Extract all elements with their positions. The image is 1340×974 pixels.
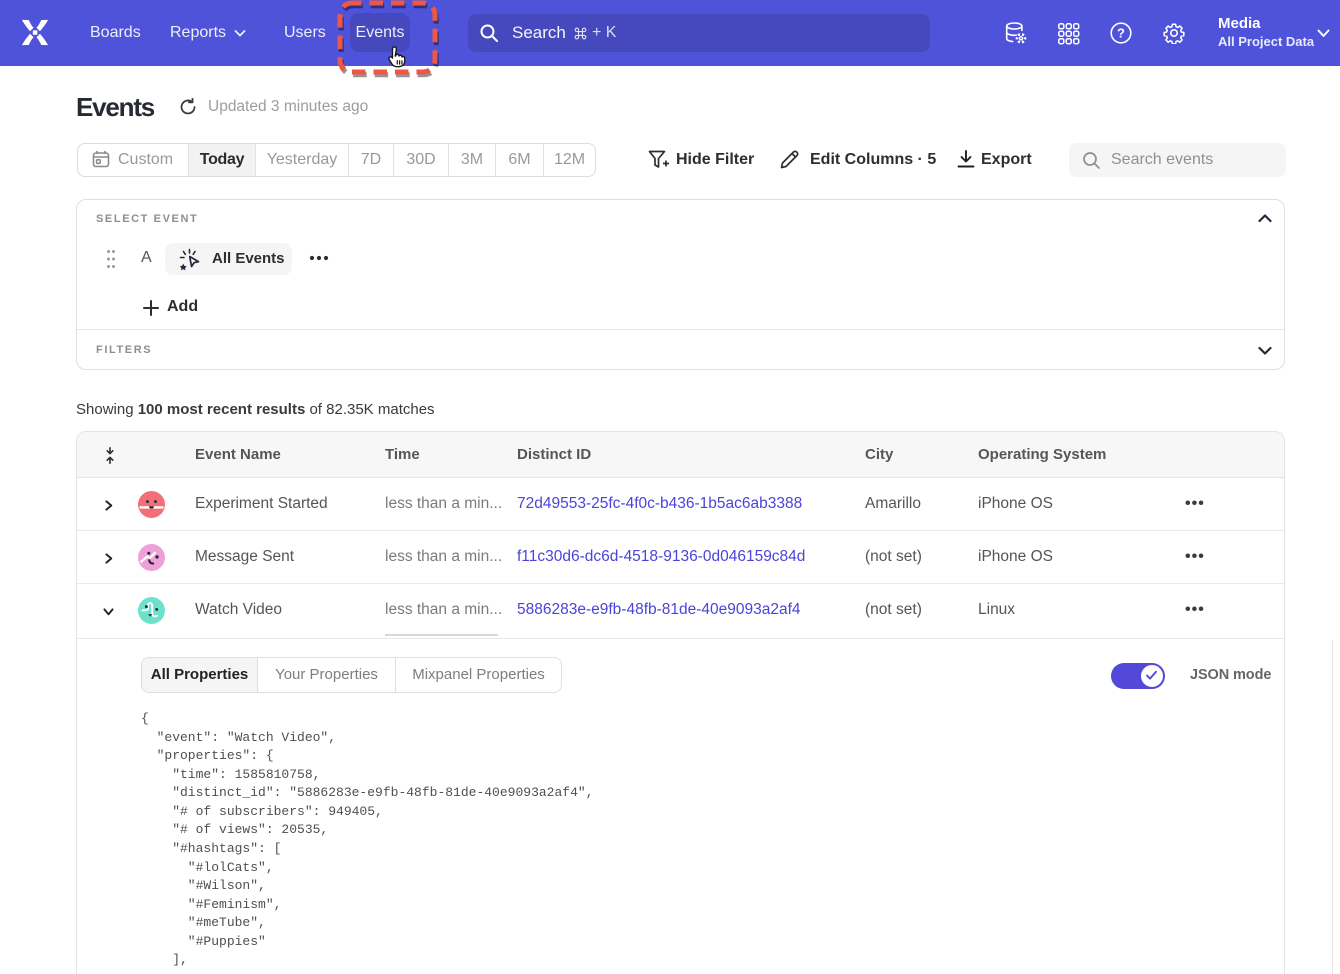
svg-text:?: ? bbox=[1117, 26, 1125, 41]
